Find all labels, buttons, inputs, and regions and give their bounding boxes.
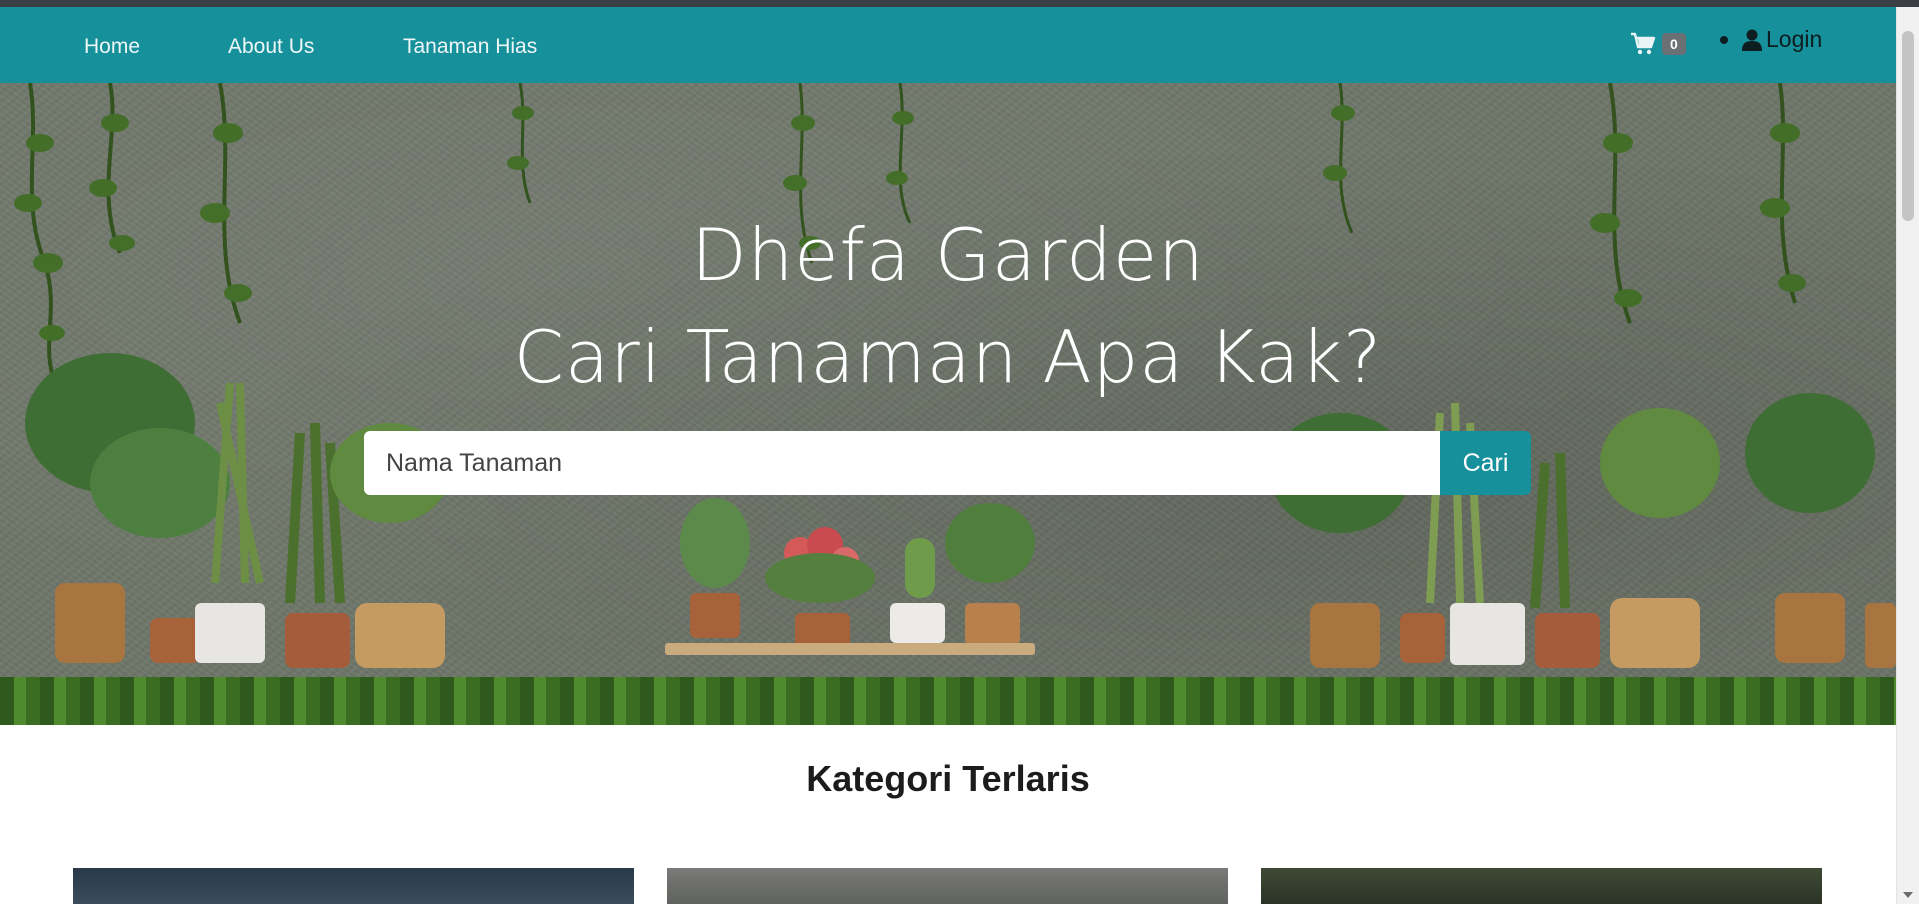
nav-link-about-us[interactable]: About Us (228, 35, 314, 59)
user-icon (1742, 29, 1762, 51)
search-button[interactable]: Cari (1440, 431, 1531, 495)
plant-search-input[interactable] (364, 431, 1440, 495)
login-label: Login (1766, 26, 1823, 52)
cart-count-badge: 0 (1662, 33, 1686, 55)
nav-link-tanaman-hias[interactable]: Tanaman Hias (403, 35, 537, 59)
vertical-scrollbar[interactable] (1896, 7, 1919, 904)
hero-banner: Dhefa Garden Cari Tanaman Apa Kak? Cari (0, 83, 1896, 725)
shopping-cart-icon (1631, 32, 1656, 55)
hero-title: Dhefa Garden (691, 213, 1205, 297)
top-navbar: Home About Us Tanaman Hias 0 Login (0, 7, 1896, 83)
cart-button[interactable]: 0 (1630, 32, 1686, 56)
login-link[interactable]: Login (1720, 26, 1822, 53)
browser-top-strip (0, 0, 1919, 7)
list-bullet (1720, 35, 1728, 44)
category-card-image[interactable] (73, 868, 634, 904)
scrollbar-thumb[interactable] (1902, 31, 1914, 221)
scroll-down-arrow-icon[interactable] (1903, 892, 1913, 898)
category-card-image[interactable] (1261, 868, 1822, 904)
section-title-kategori-terlaris: Kategori Terlaris (806, 758, 1090, 799)
hedge-border (0, 677, 1896, 725)
nav-link-home[interactable]: Home (84, 35, 140, 59)
hero-subtitle: Cari Tanaman Apa Kak? (513, 315, 1383, 399)
category-card-image[interactable] (667, 868, 1228, 904)
hero-decoration-illustration (14, 83, 1896, 668)
